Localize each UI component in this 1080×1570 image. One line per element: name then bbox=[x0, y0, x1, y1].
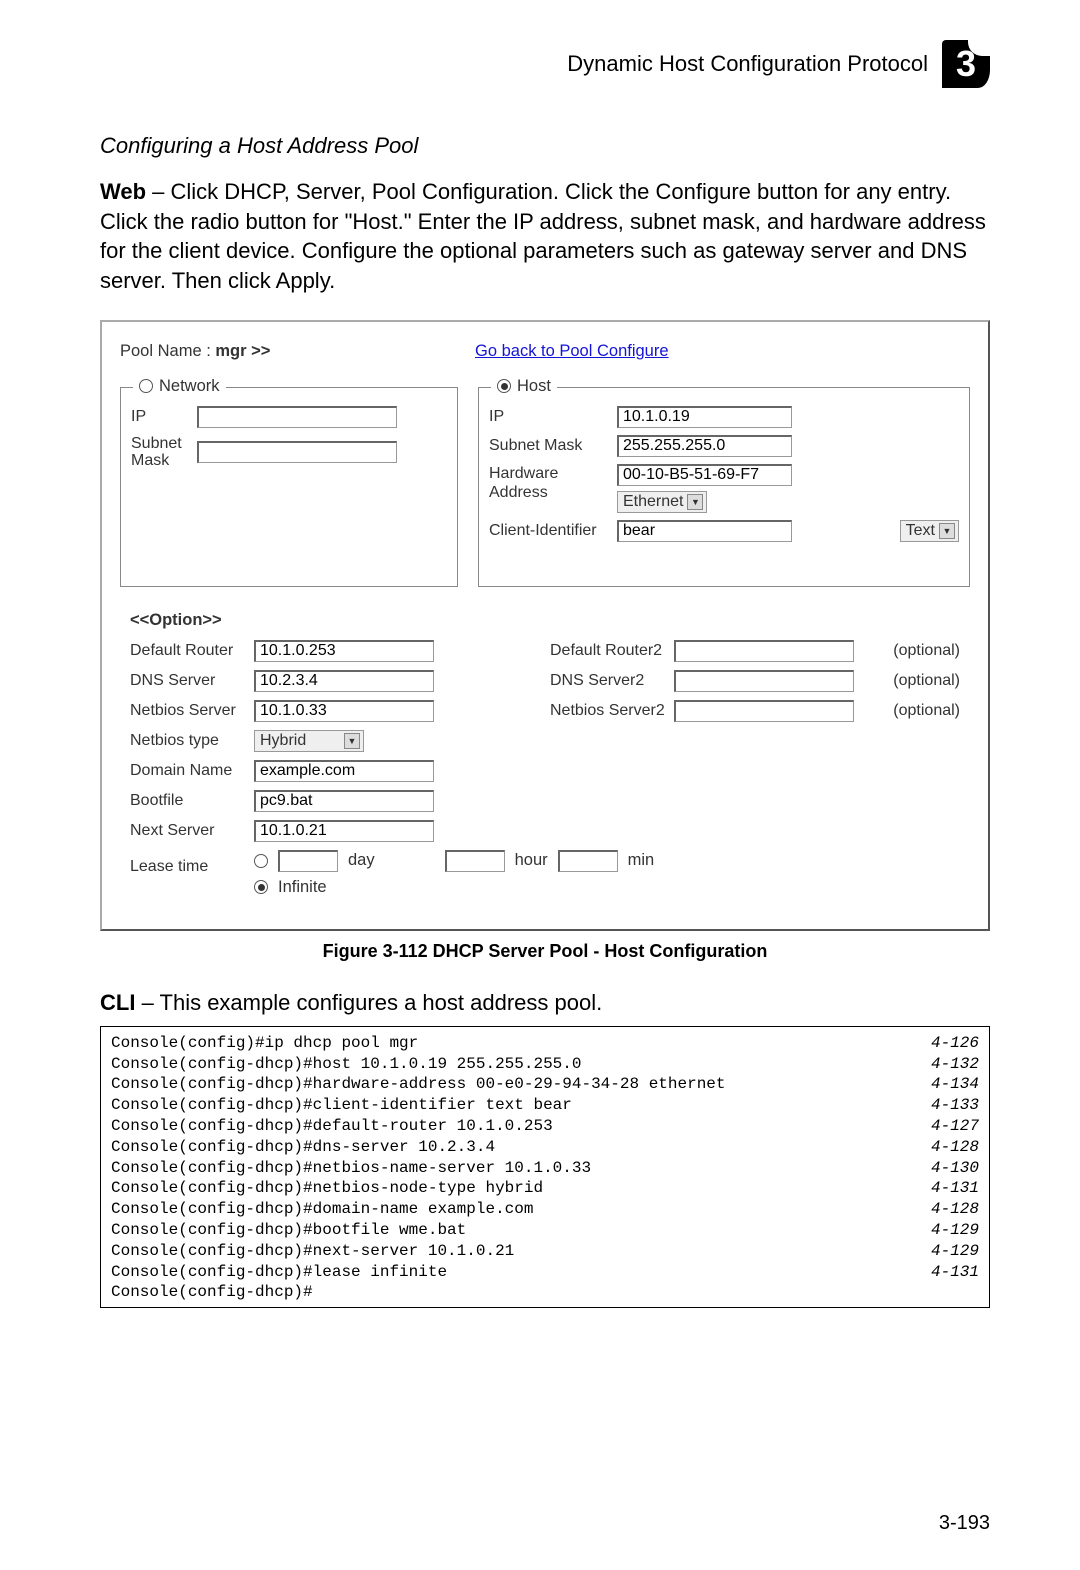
host-ip-label: IP bbox=[489, 408, 607, 426]
network-fieldset: Network IP Subnet Mask bbox=[120, 387, 458, 587]
cli-line: Console(config)#ip dhcp pool mgr4-126 bbox=[111, 1033, 979, 1054]
cli-line: Console(config-dhcp)#hardware-address 00… bbox=[111, 1074, 979, 1095]
host-subnet-input[interactable] bbox=[617, 435, 792, 457]
bootfile-input[interactable] bbox=[254, 790, 434, 812]
network-radio[interactable] bbox=[139, 379, 153, 393]
header-title: Dynamic Host Configuration Protocol bbox=[567, 51, 928, 77]
netbios-type-select[interactable]: Hybrid ▼ bbox=[254, 730, 364, 752]
host-hw-input[interactable] bbox=[617, 464, 792, 486]
default-router-input[interactable] bbox=[254, 640, 434, 662]
host-subnet-label: Subnet Mask bbox=[489, 437, 607, 455]
lease-hour-input[interactable] bbox=[445, 850, 505, 872]
cli-line: Console(config-dhcp)#next-server 10.1.0.… bbox=[111, 1241, 979, 1262]
host-hw-type-select[interactable]: Ethernet ▼ bbox=[617, 491, 707, 513]
netbios-input[interactable] bbox=[254, 700, 434, 722]
lease-day-input[interactable] bbox=[278, 850, 338, 872]
lease-infinite-radio[interactable] bbox=[254, 880, 268, 894]
options-section: <<Option>> Default Router Default Router… bbox=[120, 605, 970, 897]
subsection-heading: Configuring a Host Address Pool bbox=[100, 133, 990, 159]
chevron-down-icon: ▼ bbox=[344, 733, 360, 749]
dns2-input[interactable] bbox=[674, 670, 854, 692]
lease-custom-radio[interactable] bbox=[254, 854, 268, 868]
dhcp-pool-screenshot: Pool Name : mgr >> Go back to Pool Confi… bbox=[100, 320, 990, 931]
domain-input[interactable] bbox=[254, 760, 434, 782]
cli-paragraph: CLI – This example configures a host add… bbox=[100, 990, 990, 1016]
cli-line: Console(config-dhcp)#bootfile wme.bat4-1… bbox=[111, 1220, 979, 1241]
figure-caption: Figure 3-112 DHCP Server Pool - Host Con… bbox=[100, 941, 990, 962]
next-server-input[interactable] bbox=[254, 820, 434, 842]
cli-line: Console(config-dhcp)# bbox=[111, 1282, 979, 1303]
cli-box: Console(config)#ip dhcp pool mgr4-126Con… bbox=[100, 1026, 990, 1308]
default-router2-input[interactable] bbox=[674, 640, 854, 662]
go-back-link[interactable]: Go back to Pool Configure bbox=[475, 342, 669, 361]
cli-line: Console(config-dhcp)#dns-server 10.2.3.4… bbox=[111, 1137, 979, 1158]
dns-input[interactable] bbox=[254, 670, 434, 692]
chevron-down-icon: ▼ bbox=[939, 523, 955, 539]
lease-min-input[interactable] bbox=[558, 850, 618, 872]
host-legend[interactable]: Host bbox=[491, 377, 557, 396]
host-radio[interactable] bbox=[497, 379, 511, 393]
cli-line: Console(config-dhcp)#domain-name example… bbox=[111, 1199, 979, 1220]
web-instructions: Web – Click DHCP, Server, Pool Configura… bbox=[100, 177, 990, 296]
options-header: <<Option>> bbox=[130, 611, 960, 630]
network-ip-label: IP bbox=[131, 408, 187, 426]
page-number: 3-193 bbox=[939, 1512, 990, 1535]
host-fieldset: Host IP Subnet Mask Hardware Address bbox=[478, 387, 970, 587]
host-hw-label: Hardware Address bbox=[489, 464, 607, 502]
host-ip-input[interactable] bbox=[617, 406, 792, 428]
client-id-input[interactable] bbox=[617, 520, 792, 542]
network-subnet-input[interactable] bbox=[197, 441, 397, 463]
cli-line: Console(config-dhcp)#client-identifier t… bbox=[111, 1095, 979, 1116]
network-ip-input[interactable] bbox=[197, 406, 397, 428]
cli-line: Console(config-dhcp)#netbios-name-server… bbox=[111, 1158, 979, 1179]
client-id-type-select[interactable]: Text ▼ bbox=[900, 520, 959, 542]
cli-line: Console(config-dhcp)#lease infinite4-131 bbox=[111, 1262, 979, 1283]
netbios2-input[interactable] bbox=[674, 700, 854, 722]
network-subnet-label: Subnet Mask bbox=[131, 435, 187, 470]
client-id-label: Client-Identifier bbox=[489, 522, 607, 540]
cli-line: Console(config-dhcp)#default-router 10.1… bbox=[111, 1116, 979, 1137]
chapter-badge: 3 bbox=[942, 40, 990, 88]
cli-line: Console(config-dhcp)#netbios-node-type h… bbox=[111, 1178, 979, 1199]
pool-name: Pool Name : mgr >> bbox=[120, 342, 475, 361]
network-legend[interactable]: Network bbox=[133, 377, 226, 396]
cli-line: Console(config-dhcp)#host 10.1.0.19 255.… bbox=[111, 1054, 979, 1075]
chevron-down-icon: ▼ bbox=[687, 494, 703, 510]
page-header: Dynamic Host Configuration Protocol 3 bbox=[100, 40, 990, 88]
